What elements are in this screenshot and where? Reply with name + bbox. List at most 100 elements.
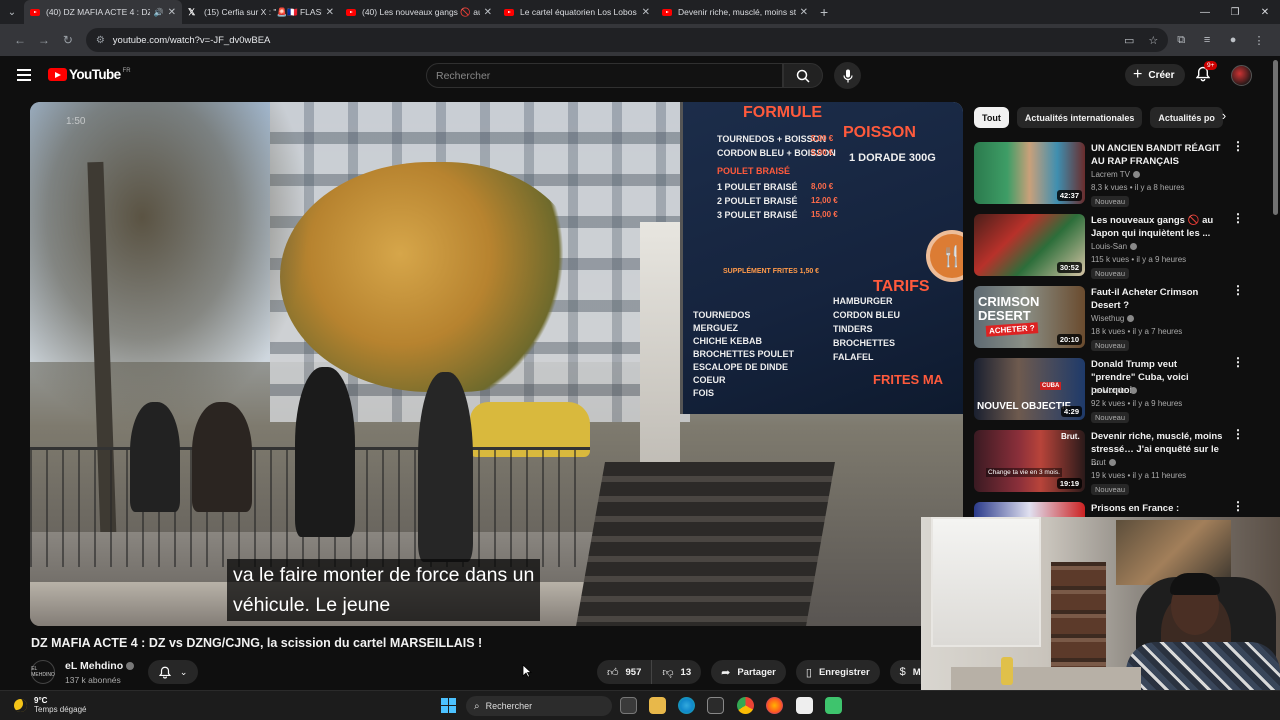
tab-close-icon[interactable]: ✕ [484,7,492,18]
chevron-right-icon[interactable]: › [1213,108,1235,129]
browser-tab-2[interactable]: 𝕏 (15) Cerfia sur X : "🚨🇫🇷 FLASH ✕ [182,0,340,24]
like-button[interactable]: 👍︎ 957 [597,660,653,684]
board-dorade: 1 DORADE 300G [849,152,936,164]
more-options-icon[interactable]: ⋮ [1232,212,1244,224]
address-bar[interactable]: ⚙ youtube.com/watch?v=-JF_dv0wBEA ▭ ☆ [85,28,1169,52]
more-options-icon[interactable]: ⋮ [1232,428,1244,440]
youtube-logo[interactable]: YouTube FR [48,67,131,82]
new-badge: Nouveau [1091,412,1130,423]
tab-title: (40) Les nouveaux gangs 🚫 au [362,6,480,17]
more-options-icon[interactable]: ⋮ [1232,140,1244,152]
weather-widget[interactable]: 9°C Temps dégagé [14,696,86,714]
media-controls-icon[interactable]: ≡ [1194,34,1220,46]
notifications-button[interactable]: 9+ [1195,61,1218,87]
chip-international-news[interactable]: Actualités internationales [1016,107,1143,128]
dislike-button[interactable]: 👎︎ 13 [652,660,702,684]
new-badge: Nouveau [1091,268,1130,279]
recommendation-item[interactable]: CUBA NOUVEL OBJECTIF 4:29 Donald Trump v… [974,356,1254,424]
capcut-icon[interactable] [796,697,813,714]
browser-tab-3[interactable]: (40) Les nouveaux gangs 🚫 au ✕ [340,0,498,24]
video-thumbnail: CUBA NOUVEL OBJECTIF 4:29 [974,358,1085,420]
recommendation-meta: 92 k vues • il y a 9 heures [1091,399,1183,408]
file-explorer-icon[interactable] [649,697,666,714]
more-options-icon[interactable]: ⋮ [1232,500,1244,512]
verified-icon [1108,459,1116,467]
new-tab-button[interactable]: + [820,4,828,20]
channel-name[interactable]: eL Mehdino [65,660,135,672]
menu-kebab-icon[interactable]: ⋮ [1246,34,1272,47]
tab-close-icon[interactable]: ✕ [326,7,334,18]
video-player[interactable]: FORMULE POISSON 1 DORADE 300G TOURNEDOS … [30,102,963,626]
task-view-icon[interactable] [620,697,637,714]
subtitle-line: véhicule. Le jeune [233,594,391,616]
more-options-icon[interactable]: ⋮ [1232,284,1244,296]
webcam-window [931,517,1041,647]
store-icon[interactable] [707,697,724,714]
plus-icon: + [1133,66,1143,83]
thumbnail-text: Change ta vie en 3 mois. [986,468,1062,477]
firefox-icon[interactable] [766,697,783,714]
chip-politics-news[interactable]: Actualités po [1150,107,1223,128]
tab-close-icon[interactable]: ✕ [642,7,650,18]
video-frame-stairs [575,462,835,626]
microphone-icon [842,69,853,82]
voice-search-button[interactable] [834,62,861,89]
recommendation-item[interactable]: Brut. Change ta vie en 3 mois. 19:19 Dev… [974,428,1254,496]
create-button[interactable]: + Créer [1125,64,1186,86]
channel-avatar[interactable]: EL MEHDINO [31,660,55,684]
thumbnail-text: DESERT [978,308,1031,323]
taskbar-search[interactable]: ⌕ Rechercher [466,696,612,716]
tab-close-icon[interactable]: ✕ [800,7,808,18]
board-price: 5,00 € [811,148,834,157]
recommendation-item[interactable]: 42:37 UN ANCIEN BANDIT RÉAGIT AU RAP FRA… [974,140,1254,208]
tab-search-icon[interactable]: ⌄ [0,0,24,24]
menu-hamburger-icon[interactable] [17,69,31,84]
windows-start-icon[interactable] [441,698,456,713]
extensions-icon[interactable]: ⧉ [1168,34,1194,47]
recommendation-title: UN ANCIEN BANDIT RÉAGIT AU RAP FRANÇAIS [1091,143,1221,167]
speaker-icon[interactable]: 🔊 [154,8,164,17]
tab-title: (40) DZ MAFIA ACTE 4 : DZ [46,7,150,17]
video-thumbnail: Brut. Change ta vie en 3 mois. 19:19 [974,430,1085,492]
recommendation-meta: 115 k vues • il y a 9 heures [1091,255,1187,264]
app-icon[interactable] [825,697,842,714]
verified-icon [1132,171,1140,179]
recommendation-item[interactable]: CRIMSON DESERT ACHETER ? 20:10 Faut-il A… [974,284,1254,352]
browser-tab-1[interactable]: (40) DZ MAFIA ACTE 4 : DZ 🔊 ✕ [24,0,182,24]
board-menu-item: CHICHE KEBAB [693,336,763,346]
share-button[interactable]: ➦ Partager [711,660,786,684]
back-icon[interactable]: ← [8,33,32,47]
profile-icon[interactable]: ● [1220,34,1246,46]
reload-icon[interactable]: ↻ [56,33,80,47]
super-thanks-icon: $ [899,666,906,678]
tab-title: (15) Cerfia sur X : "🚨🇫🇷 FLASH [204,6,322,17]
browser-tab-5[interactable]: Devenir riche, musclé, moins st ✕ [656,0,814,24]
page-scrollbar[interactable] [1273,60,1278,215]
verified-icon [126,662,135,671]
restore-icon[interactable]: ❐ [1220,7,1250,18]
more-options-icon[interactable]: ⋮ [1232,356,1244,368]
board-supplement: SUPPLÉMENT FRITES 1,50 € [723,268,820,275]
tab-close-icon[interactable]: ✕ [168,7,176,18]
edge-icon[interactable] [678,697,695,714]
recommendation-channel: Louis-San [1091,242,1138,251]
subscription-bell-button[interactable]: ⌄ [148,660,198,684]
webcam-bottle [1001,657,1013,685]
site-info-icon[interactable]: ⚙ [96,35,105,46]
recommendation-item[interactable]: 30:52 Les nouveaux gangs 🚫 au Japon qui … [974,212,1254,280]
forward-icon[interactable]: → [32,33,56,47]
video-subtitles: va le faire monter de force dans un véhi… [227,559,541,621]
chrome-icon[interactable] [737,697,754,714]
bookmark-star-icon[interactable]: ☆ [1148,34,1158,47]
cast-icon[interactable]: ▭ [1124,34,1134,47]
chip-all[interactable]: Tout [974,107,1009,128]
close-window-icon[interactable]: ✕ [1250,7,1280,18]
save-button[interactable]: ▯ Enregistrer [795,660,880,684]
minimize-icon[interactable]: — [1190,7,1220,18]
account-avatar[interactable] [1231,65,1252,86]
search-button[interactable] [783,63,823,88]
save-label: Enregistrer [818,666,870,678]
browser-tab-4[interactable]: Le cartel équatorien Los Lobos ✕ [498,0,656,24]
video-frame-menu-board: FORMULE POISSON 1 DORADE 300G TOURNEDOS … [680,102,963,414]
search-input[interactable]: Rechercher [426,63,783,88]
